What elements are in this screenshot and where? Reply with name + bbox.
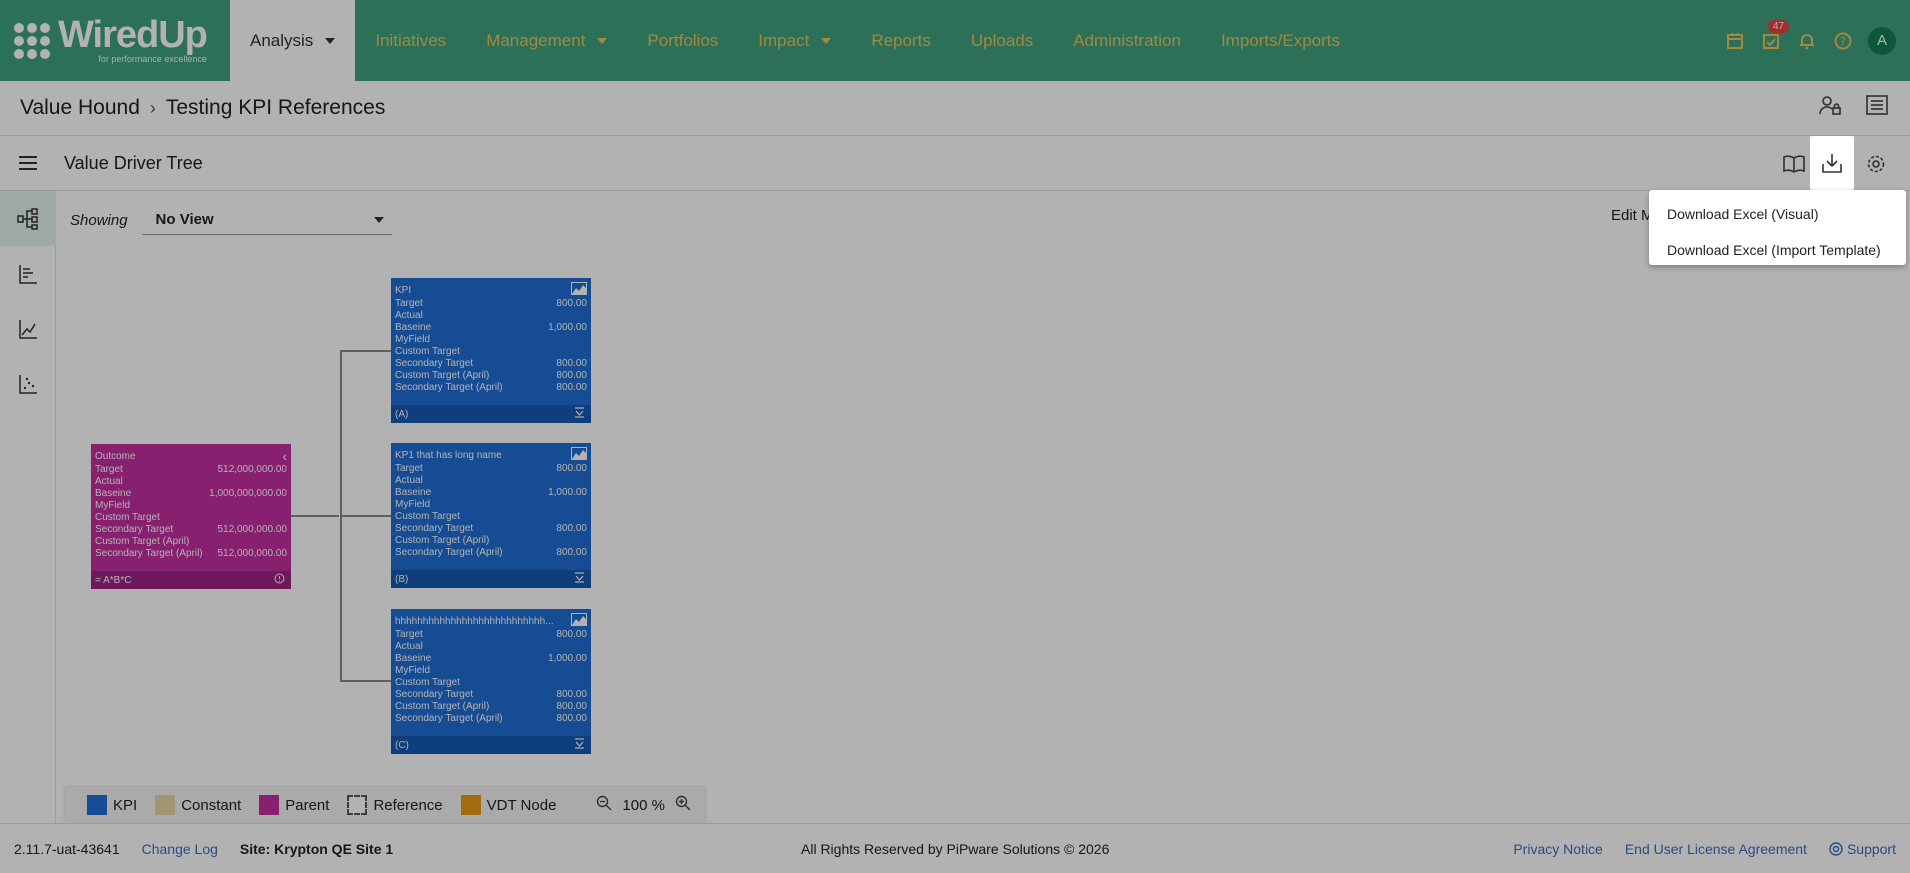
modal-backdrop[interactable]	[0, 0, 1910, 873]
download-menu: Download Excel (Visual) Download Excel (…	[1649, 190, 1906, 265]
download-button[interactable]	[1810, 136, 1854, 190]
download-excel-import-template[interactable]: Download Excel (Import Template)	[1649, 232, 1906, 268]
download-excel-visual[interactable]: Download Excel (Visual)	[1649, 196, 1906, 232]
download-icon	[1822, 154, 1842, 173]
